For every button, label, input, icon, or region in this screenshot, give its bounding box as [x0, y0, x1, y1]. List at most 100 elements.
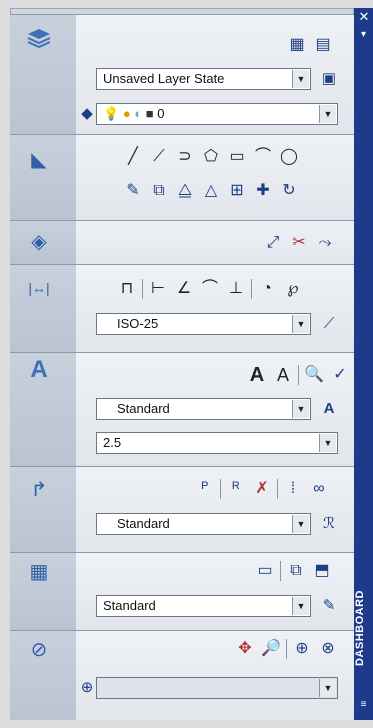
dimension-style-dropdown[interactable]: ISO-25 ▼ [96, 313, 311, 335]
chevron-down-icon[interactable]: ▼ [292, 70, 309, 88]
insert-table-icon[interactable]: ▭ [254, 560, 276, 582]
text-style-value: Standard [117, 401, 170, 416]
align-leader-icon[interactable]: ⁞ [282, 478, 304, 500]
tables-panel-strip[interactable]: ▦ [10, 553, 76, 630]
copy-icon[interactable]: ⧉ [148, 180, 170, 202]
aligned-dimension-icon[interactable]: ⊢ [147, 278, 169, 300]
multileader-style-dropdown[interactable]: Standard ▼ [96, 513, 311, 535]
add-leader-icon[interactable]: ᴾ [194, 478, 216, 500]
sun-icon: ● [122, 106, 131, 121]
table-extract-icon[interactable]: ⬒ [311, 560, 333, 582]
offset-icon[interactable]: △ [200, 180, 222, 202]
navigation-panel-strip[interactable]: ⊘ [10, 631, 76, 720]
layer-properties-icon[interactable]: ▦ [286, 34, 308, 56]
multileader-style-manager-icon[interactable]: ℛ [318, 513, 340, 535]
view-dropdown[interactable]: ▼ [96, 677, 338, 699]
arc-icon[interactable]: ⌒ [252, 146, 274, 168]
dashboard-titlebar[interactable]: ✕ ▾ DASHBOARD ≡ [354, 8, 373, 720]
multileader-panel-strip[interactable]: ↱ [10, 467, 76, 552]
text-panel: A A A 🔍 ✓ Standard ▼ A 2.5 ▼ [10, 352, 354, 466]
chevron-down-icon[interactable]: ▼ [319, 434, 336, 452]
multiline-text-icon[interactable]: A [246, 364, 268, 386]
menu-icon[interactable]: ≡ [357, 698, 370, 712]
chevron-down-icon[interactable]: ▼ [319, 679, 336, 697]
arc-length-icon[interactable]: ⌒ [199, 278, 221, 300]
chevron-down-icon[interactable]: ▼ [292, 400, 309, 418]
layer-state-manager-icon[interactable]: ▣ [318, 68, 340, 90]
single-line-text-icon[interactable]: A [272, 364, 294, 386]
array-icon[interactable]: ⊞ [226, 180, 248, 202]
find-text-icon[interactable]: 🔍 [303, 364, 325, 386]
lock-icon: ◐ [134, 106, 143, 121]
make-current-layer-icon[interactable]: ◆ [76, 103, 98, 125]
dimension-icon[interactable]: |↔| [24, 277, 54, 299]
radius-dimension-icon[interactable]: ◔ [256, 278, 278, 300]
text-panel-strip[interactable]: A [10, 353, 76, 466]
text-panel-letter: A [30, 356, 48, 383]
options-icon[interactable]: ▾ [357, 28, 370, 42]
remove-leader-icon[interactable]: ✗ [251, 478, 273, 500]
dimension-style-value: ISO-25 [117, 316, 159, 331]
pan-icon[interactable]: ✥ [234, 638, 256, 660]
zoom-realtime-icon[interactable]: 🔎 [260, 638, 282, 660]
text-style-dropdown[interactable]: Standard ▼ [96, 398, 311, 420]
layer-state-value: Unsaved Layer State [103, 71, 225, 86]
layers-panel-strip[interactable] [10, 15, 76, 134]
line-icon[interactable]: ╱ [122, 146, 144, 168]
collect-leader-icon[interactable]: ∞ [308, 478, 330, 500]
color-swatch-icon: ■ [145, 106, 154, 121]
navigation-icon[interactable]: ⊘ [24, 639, 54, 661]
rotate-icon[interactable]: ↻ [278, 180, 300, 202]
chevron-down-icon[interactable]: ▼ [292, 515, 309, 533]
chevron-down-icon[interactable]: ▼ [319, 105, 336, 123]
modify-icon[interactable]: ◈ [24, 231, 54, 253]
text-icon[interactable]: A [24, 356, 54, 383]
draw-panel-content: ╱ ⟋ ⊃ ⬠ ▭ ⌒ ◯ ✎ ⧉ ⧋ △ ⊞ ✚ ↻ [76, 135, 354, 220]
dimension-style-manager-icon[interactable]: ⟋ [318, 313, 340, 335]
spell-check-icon[interactable]: ✓ [329, 364, 351, 386]
move-icon[interactable]: ✚ [252, 180, 274, 202]
layers-panel: ▦ ▤ Unsaved Layer State ▼ ▣ ◆ 💡 ● ◐ ■ 0 … [10, 14, 354, 134]
erase-icon[interactable]: ✎ [122, 180, 144, 202]
circle-icon[interactable]: ◯ [278, 146, 300, 168]
layer-states-icon[interactable]: ▤ [312, 34, 334, 56]
layer-control-dropdown[interactable]: 💡 ● ◐ ■ 0 ▼ [96, 103, 338, 125]
table-data-link-icon[interactable]: ⧉ [285, 560, 307, 582]
polygon-icon[interactable]: ⬠ [200, 146, 222, 168]
zoom-window-icon[interactable]: ⊕ [291, 638, 313, 660]
layer-state-dropdown[interactable]: Unsaved Layer State ▼ [96, 68, 311, 90]
navigation-bar-icon[interactable]: ⊕ [76, 677, 98, 699]
chevron-down-icon[interactable]: ▼ [292, 315, 309, 333]
extend-icon[interactable]: ⤳ [314, 232, 336, 254]
mirror-icon[interactable]: ⧋ [174, 180, 196, 202]
table-style-dropdown[interactable]: Standard ▼ [96, 595, 311, 617]
baseline-dimension-icon[interactable]: ⊥ [225, 278, 247, 300]
layers-icon[interactable] [24, 27, 54, 49]
chevron-down-icon[interactable]: ▼ [292, 597, 309, 615]
stretch-icon[interactable]: ⤢ [262, 232, 284, 254]
add-leader-plus-icon[interactable]: ᴿ [225, 478, 247, 500]
polyline-icon[interactable]: ⟋ [148, 146, 170, 168]
dimension-style-icon[interactable]: ℘ [282, 278, 304, 300]
modify-panel-strip[interactable]: ◈ [10, 221, 76, 264]
draw-panel-strip[interactable]: ◣ [10, 135, 76, 220]
angular-dimension-icon[interactable]: ∠ [173, 278, 195, 300]
navigation-panel-content: ✥ 🔎 ⊕ ⊗ ⊕ ▼ [76, 631, 354, 720]
table-icon[interactable]: ▦ [24, 561, 54, 583]
dimensions-panel-strip[interactable]: |↔| [10, 265, 76, 352]
tables-panel: ▦ ▭ ⧉ ⬒ Standard ▼ ✎ [10, 552, 354, 630]
linear-dimension-icon[interactable]: ⊓ [116, 278, 138, 300]
rectangle-icon[interactable]: ▭ [226, 146, 248, 168]
navigation-panel: ⊘ ✥ 🔎 ⊕ ⊗ ⊕ ▼ [10, 630, 354, 720]
text-style-manager-icon[interactable]: A [318, 398, 340, 420]
text-height-dropdown[interactable]: 2.5 ▼ [96, 432, 338, 454]
multileader-icon[interactable]: ↱ [24, 479, 54, 501]
zoom-extents-icon[interactable]: ⊗ [317, 638, 339, 660]
table-style-manager-icon[interactable]: ✎ [318, 595, 340, 617]
trim-icon[interactable]: ✂ [288, 232, 310, 254]
draw-panel: ◣ ╱ ⟋ ⊃ ⬠ ▭ ⌒ ◯ ✎ ⧉ ⧋ △ ⊞ ✚ ↻ [10, 134, 354, 220]
close-icon[interactable]: ✕ [357, 10, 371, 24]
draw-icon[interactable]: ◣ [24, 149, 54, 171]
dashboard-title: DASHBOARD [354, 590, 366, 666]
arc-polyline-icon[interactable]: ⊃ [174, 146, 196, 168]
